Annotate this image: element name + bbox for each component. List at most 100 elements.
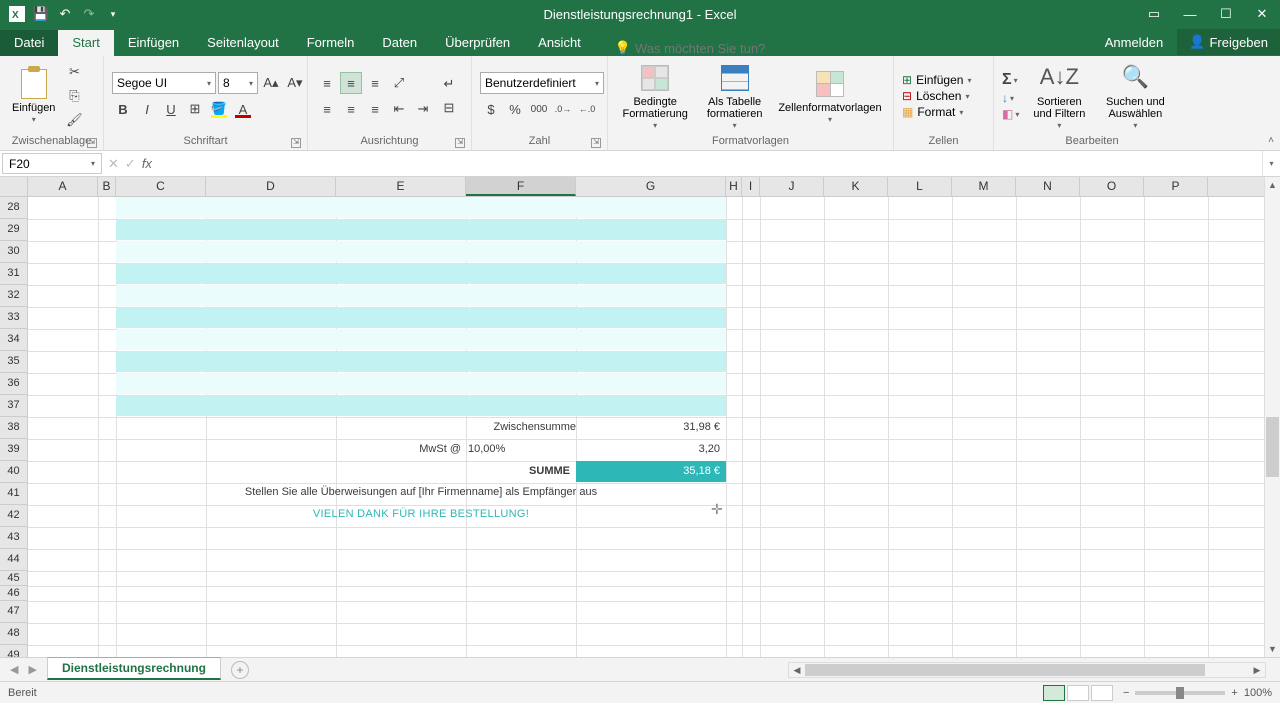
row-header-46[interactable]: 46 <box>0 586 27 601</box>
column-header-F[interactable]: F <box>466 177 576 196</box>
expand-formula-bar-icon[interactable]: ▾ <box>1262 151 1280 176</box>
clear-button[interactable]: ◧▾ <box>1002 107 1019 121</box>
redo-icon[interactable]: ↷ <box>80 5 98 23</box>
share-button[interactable]: 👤Freigeben <box>1177 29 1280 55</box>
row-header-28[interactable]: 28 <box>0 197 27 219</box>
fill-button[interactable]: ↓▾ <box>1002 91 1019 105</box>
tab-data[interactable]: Daten <box>368 30 431 56</box>
accounting-format-button[interactable]: $ <box>480 98 502 120</box>
save-icon[interactable]: 💾 <box>32 5 50 23</box>
column-header-K[interactable]: K <box>824 177 888 196</box>
select-all-corner[interactable] <box>0 177 28 196</box>
row-header-49[interactable]: 49 <box>0 645 27 657</box>
format-as-table-button[interactable]: Als Tabelle formatieren▾ <box>698 60 771 133</box>
align-middle-button[interactable]: ≡ <box>340 72 362 94</box>
zoom-slider[interactable] <box>1135 691 1225 695</box>
row-header-47[interactable]: 47 <box>0 601 27 623</box>
align-top-button[interactable]: ≡ <box>316 72 338 94</box>
column-header-A[interactable]: A <box>28 177 98 196</box>
orientation-button[interactable]: ⤢ <box>388 72 410 94</box>
wrap-text-button[interactable]: ↵ <box>438 73 460 95</box>
row-header-36[interactable]: 36 <box>0 373 27 395</box>
tell-me-input[interactable] <box>635 41 815 56</box>
align-right-button[interactable]: ≡ <box>364 98 386 120</box>
tab-formulas[interactable]: Formeln <box>293 30 369 56</box>
close-icon[interactable]: ✕ <box>1244 0 1280 28</box>
spreadsheet-grid[interactable]: ABCDEFGHIJKLMNOP 28293031323334353637383… <box>0 177 1280 657</box>
scroll-up-icon[interactable]: ▲ <box>1265 177 1280 193</box>
increase-decimal-button[interactable]: .0→ <box>552 98 574 120</box>
align-bottom-button[interactable]: ≡ <box>364 72 386 94</box>
cells-area[interactable]: Zwischensumme31,98 €MwSt @10,00%3,20SUMM… <box>28 197 1280 657</box>
row-header-38[interactable]: 38 <box>0 417 27 439</box>
qat-customize-icon[interactable]: ▾ <box>104 5 122 23</box>
formula-input[interactable] <box>158 151 1262 176</box>
signin-link[interactable]: Anmelden <box>1091 35 1178 50</box>
row-header-33[interactable]: 33 <box>0 307 27 329</box>
page-break-view-button[interactable] <box>1091 685 1113 701</box>
row-header-44[interactable]: 44 <box>0 549 27 571</box>
fill-color-button[interactable]: 🪣 <box>208 98 230 120</box>
tell-me[interactable]: 💡 <box>615 40 815 56</box>
column-header-P[interactable]: P <box>1144 177 1208 196</box>
row-header-35[interactable]: 35 <box>0 351 27 373</box>
name-box[interactable]: F20▾ <box>2 153 102 174</box>
row-header-34[interactable]: 34 <box>0 329 27 351</box>
tab-file[interactable]: Datei <box>0 30 58 56</box>
row-header-29[interactable]: 29 <box>0 219 27 241</box>
vertical-scrollbar[interactable]: ▲ ▼ <box>1264 177 1280 657</box>
autosum-button[interactable]: Σ▾ <box>1002 71 1019 89</box>
minimize-icon[interactable]: — <box>1172 0 1208 28</box>
font-color-button[interactable]: A <box>232 98 254 120</box>
paste-button[interactable]: Einfügen ▾ <box>8 66 59 127</box>
column-header-E[interactable]: E <box>336 177 466 196</box>
format-cells-button[interactable]: ▦Format▾ <box>902 105 985 119</box>
column-header-D[interactable]: D <box>206 177 336 196</box>
tab-pagelayout[interactable]: Seitenlayout <box>193 30 293 56</box>
dialog-launcher-icon[interactable]: ⇲ <box>455 138 465 148</box>
column-header-C[interactable]: C <box>116 177 206 196</box>
underline-button[interactable]: U <box>160 98 182 120</box>
decrease-indent-button[interactable]: ⇤ <box>388 98 410 120</box>
sheet-nav-next-icon[interactable]: ▶ <box>28 663 36 676</box>
horizontal-scrollbar[interactable]: ◀ ▶ <box>788 662 1266 678</box>
row-header-30[interactable]: 30 <box>0 241 27 263</box>
column-header-N[interactable]: N <box>1016 177 1080 196</box>
row-header-39[interactable]: 39 <box>0 439 27 461</box>
increase-font-button[interactable]: A▴ <box>260 72 282 94</box>
tab-review[interactable]: Überprüfen <box>431 30 524 56</box>
find-select-button[interactable]: 🔍 Suchen und Auswählen▾ <box>1099 60 1171 133</box>
tab-insert[interactable]: Einfügen <box>114 30 193 56</box>
tab-start[interactable]: Start <box>58 30 113 56</box>
font-size-combo[interactable]: 8▾ <box>218 72 258 94</box>
undo-icon[interactable]: ↶ <box>56 5 74 23</box>
collapse-ribbon-icon[interactable]: ˄ <box>1268 135 1274 146</box>
sort-filter-button[interactable]: A↓Z Sortieren und Filtern▾ <box>1023 60 1095 133</box>
insert-cells-button[interactable]: ⊞Einfügen▾ <box>902 73 985 87</box>
decrease-decimal-button[interactable]: ←.0 <box>576 98 598 120</box>
cell-styles-button[interactable]: Zellenformatvorlagen▾ <box>775 66 885 127</box>
font-name-combo[interactable]: Segoe UI▾ <box>112 72 216 94</box>
row-header-43[interactable]: 43 <box>0 527 27 549</box>
column-header-O[interactable]: O <box>1080 177 1144 196</box>
align-center-button[interactable]: ≡ <box>340 98 362 120</box>
dialog-launcher-icon[interactable]: ⇲ <box>87 138 97 148</box>
tab-view[interactable]: Ansicht <box>524 30 595 56</box>
decrease-font-button[interactable]: A▾ <box>284 72 306 94</box>
normal-view-button[interactable] <box>1043 685 1065 701</box>
sheet-nav-prev-icon[interactable]: ◀ <box>10 663 18 676</box>
italic-button[interactable]: I <box>136 98 158 120</box>
maximize-icon[interactable]: ☐ <box>1208 0 1244 28</box>
column-header-H[interactable]: H <box>726 177 742 196</box>
column-header-L[interactable]: L <box>888 177 952 196</box>
bold-button[interactable]: B <box>112 98 134 120</box>
row-header-32[interactable]: 32 <box>0 285 27 307</box>
comma-format-button[interactable]: 000 <box>528 98 550 120</box>
scrollbar-thumb[interactable] <box>805 664 1205 676</box>
column-header-G[interactable]: G <box>576 177 726 196</box>
zoom-out-button[interactable]: − <box>1123 687 1129 699</box>
row-header-48[interactable]: 48 <box>0 623 27 645</box>
fx-icon[interactable]: fx <box>142 156 152 171</box>
row-header-41[interactable]: 41 <box>0 483 27 505</box>
ribbon-options-icon[interactable]: ▭ <box>1136 0 1172 28</box>
